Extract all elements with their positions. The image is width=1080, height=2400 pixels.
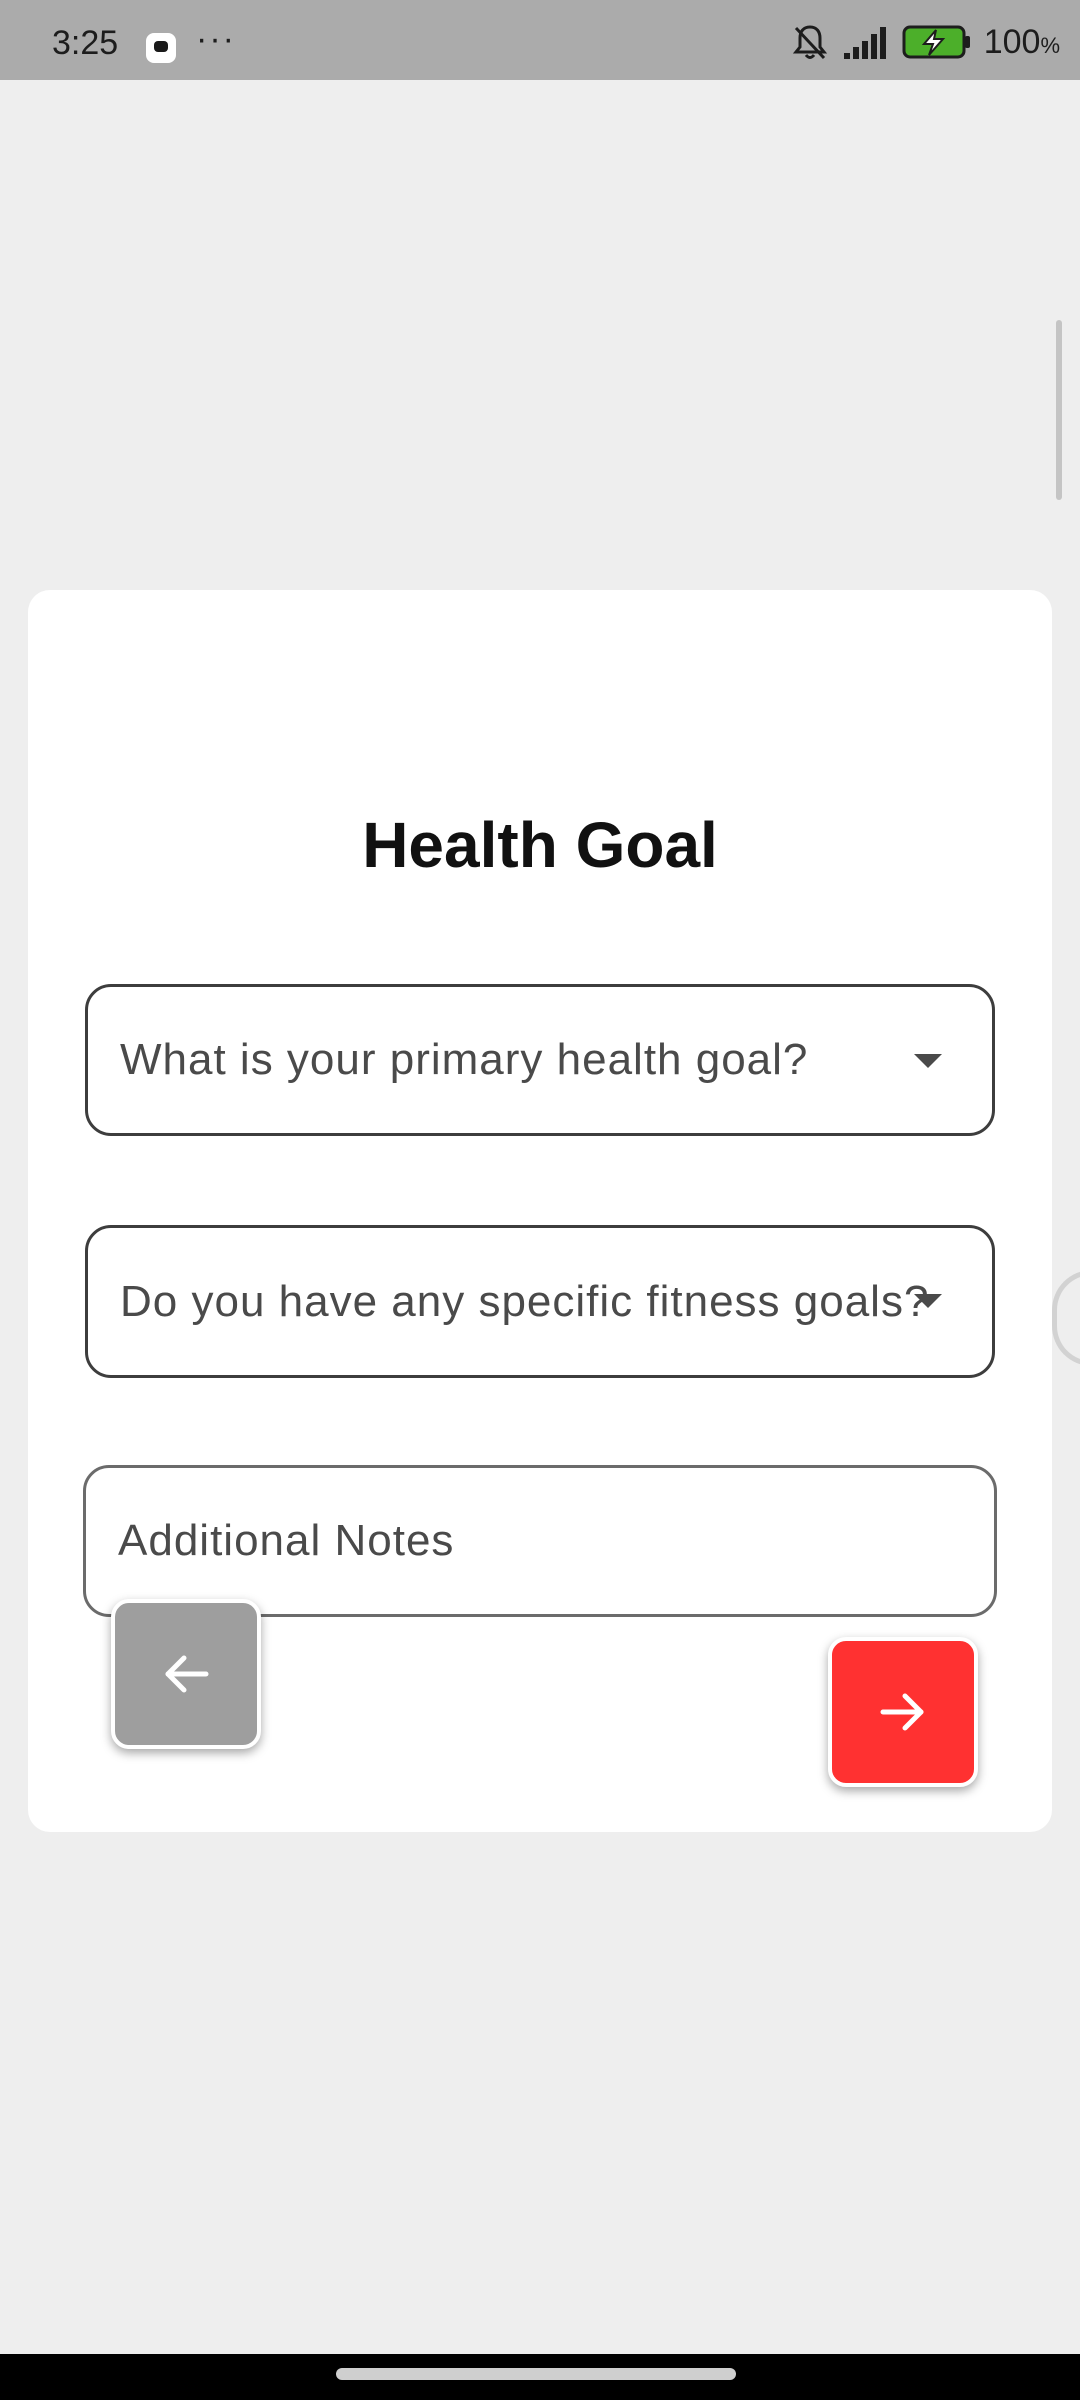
home-gesture-bar[interactable] bbox=[336, 2368, 736, 2380]
message-notification-icon bbox=[146, 33, 176, 63]
status-time: 3:25 bbox=[52, 24, 119, 62]
primary-health-goal-label: What is your primary health goal? bbox=[120, 1035, 809, 1084]
status-icons: 100% bbox=[790, 22, 1060, 62]
arrow-left-icon bbox=[165, 1655, 209, 1693]
additional-notes-placeholder: Additional Notes bbox=[118, 1516, 455, 1565]
primary-health-goal-dropdown[interactable]: What is your primary health goal? bbox=[85, 984, 995, 1136]
back-button[interactable] bbox=[111, 1599, 261, 1749]
bell-muted-icon bbox=[792, 25, 827, 60]
page-title: Health Goal bbox=[362, 809, 718, 881]
dropdown-arrow-icon[interactable] bbox=[914, 1294, 942, 1308]
fitness-goals-dropdown[interactable]: Do you have any specific fitness goals? bbox=[85, 1225, 995, 1378]
signal-icon bbox=[843, 27, 886, 59]
fitness-goals-label: Do you have any specific fitness goals? bbox=[120, 1276, 930, 1326]
next-button[interactable] bbox=[828, 1637, 978, 1787]
arrow-right-icon bbox=[880, 1693, 924, 1731]
additional-notes-field[interactable]: Additional Notes bbox=[83, 1465, 997, 1617]
status-bar: 3:25 ··· 100% bbox=[0, 0, 1080, 80]
edge-swipe-handle[interactable] bbox=[1052, 1270, 1080, 1366]
dropdown-arrow-icon[interactable] bbox=[914, 1054, 942, 1068]
more-notifications-indicator: ··· bbox=[196, 20, 236, 58]
scrollbar[interactable] bbox=[1056, 320, 1062, 500]
battery-percentage: 100% bbox=[983, 22, 1060, 61]
battery-charging-icon bbox=[902, 25, 970, 59]
